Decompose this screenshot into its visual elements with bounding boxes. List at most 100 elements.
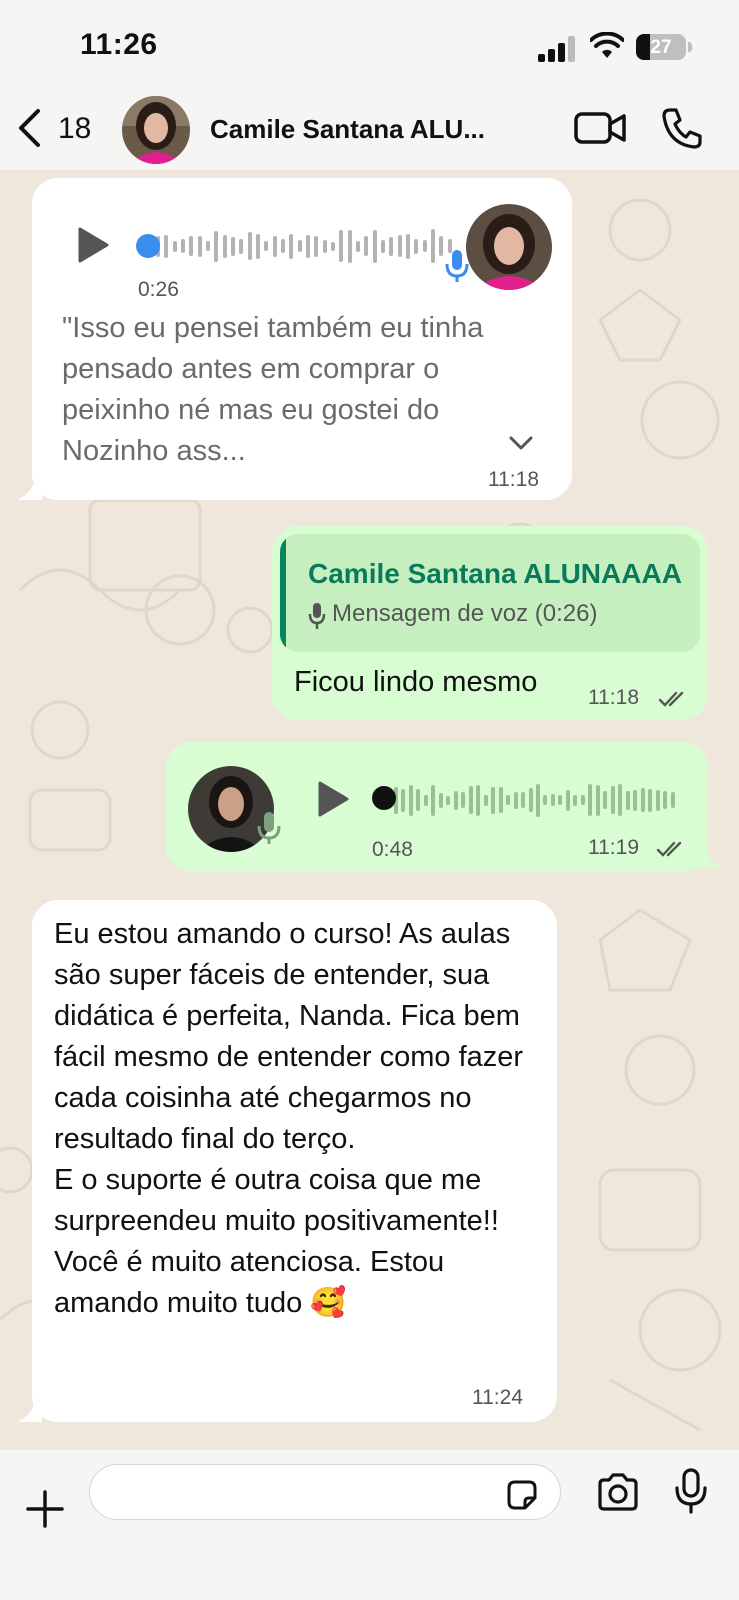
waveform-bar <box>513 791 518 809</box>
quote-text: Mensagem de voz (0:26) <box>332 600 598 627</box>
waveform-bar <box>603 791 608 809</box>
waveform-bar <box>389 236 394 256</box>
waveform-bar <box>314 235 319 257</box>
waveform-bar <box>431 784 436 816</box>
waveform-bar <box>372 229 377 263</box>
waveform-bar <box>339 230 344 262</box>
battery-level: 27 <box>650 37 672 58</box>
double-check-icon <box>658 691 684 707</box>
playback-position-dot[interactable] <box>136 234 160 258</box>
waveform-bar <box>322 239 327 253</box>
waveform-bar <box>272 235 277 257</box>
waveform-bar <box>416 789 421 811</box>
phone-icon[interactable] <box>660 106 704 150</box>
voice-waveform[interactable] <box>394 782 678 818</box>
waveform-bar <box>181 239 185 253</box>
battery-icon: 27 <box>636 34 686 60</box>
cellular-signal-icon <box>538 36 578 62</box>
waveform-bar <box>289 233 294 259</box>
waveform-bar <box>438 792 443 808</box>
waveform-bar <box>264 241 269 251</box>
message-time: 11:24 <box>472 1386 523 1409</box>
battery-tip <box>688 42 692 52</box>
waveform-bar <box>214 230 219 262</box>
waveform-bar <box>498 787 503 813</box>
waveform-bar <box>423 794 428 806</box>
voice-duration: 0:48 <box>372 838 413 861</box>
waveform-bar <box>172 240 177 252</box>
unread-count[interactable]: 18 <box>58 112 91 146</box>
quoted-message[interactable]: Camile Santana ALUNAAAA Mensagem de voz … <box>280 534 700 652</box>
waveform-bar <box>528 788 533 812</box>
waveform-bar <box>446 795 451 805</box>
chat-header: 18 Camile Santana ALU... <box>0 90 739 170</box>
waveform-bar <box>588 784 593 816</box>
waveform-bar <box>239 238 244 254</box>
message-time: 11:18 <box>588 686 639 709</box>
waveform-bar <box>222 234 227 258</box>
waveform-bar <box>633 789 638 811</box>
waveform-bar <box>558 795 563 805</box>
waveform-bar <box>347 229 352 263</box>
voice-waveform[interactable] <box>156 228 456 264</box>
incoming-voice-message[interactable]: 0:26 "Isso eu pensei também eu tinha pen… <box>32 178 572 500</box>
waveform-bar <box>573 794 578 806</box>
top-bar: 11:26 27 18 Camile Santana ALU... <box>0 0 739 170</box>
waveform-bar <box>189 236 194 256</box>
waveform-bar <box>468 786 473 814</box>
waveform-bar <box>197 235 202 257</box>
waveform-bar <box>453 790 458 810</box>
waveform-bar <box>565 789 570 811</box>
message-time: 11:19 <box>588 836 639 859</box>
camera-icon[interactable] <box>596 1472 640 1512</box>
waveform-bar <box>401 788 406 812</box>
waveform-bar <box>406 233 410 259</box>
waveform-bar <box>648 788 653 812</box>
voice-duration: 0:26 <box>138 278 179 301</box>
message-text[interactable]: Eu estou amando o curso! As aulas são su… <box>54 914 544 1324</box>
contact-name[interactable]: Camile Santana ALU... <box>210 114 485 145</box>
waveform-bar <box>256 233 260 259</box>
status-time: 11:26 <box>80 28 158 61</box>
waveform-bar <box>364 236 369 256</box>
waveform-bar <box>164 234 169 258</box>
waveform-bar <box>408 784 413 816</box>
waveform-bar <box>422 240 427 252</box>
message-time: 11:18 <box>488 468 539 491</box>
composer-bar <box>0 1450 739 1600</box>
mic-icon <box>308 603 326 629</box>
waveform-bar <box>610 786 615 814</box>
play-icon[interactable] <box>316 780 350 818</box>
play-icon[interactable] <box>76 226 110 264</box>
voice-transcript[interactable]: "Isso eu pensei também eu tinha pensado … <box>62 308 542 472</box>
sender-avatar <box>466 204 552 290</box>
waveform-bar <box>206 241 210 251</box>
video-call-icon[interactable] <box>574 108 626 148</box>
waveform-bar <box>414 238 419 254</box>
playback-position-dot[interactable] <box>372 786 396 810</box>
outgoing-voice-message[interactable]: 0:48 11:19 <box>166 742 708 872</box>
message-text[interactable]: Ficou lindo mesmo <box>294 666 537 699</box>
message-input[interactable] <box>89 1464 561 1520</box>
plus-icon[interactable] <box>26 1490 64 1528</box>
back-chevron-icon[interactable] <box>16 108 42 148</box>
chat-area[interactable]: 0:26 "Isso eu pensei também eu tinha pen… <box>0 170 739 1450</box>
contact-avatar[interactable] <box>122 96 190 164</box>
status-bar: 11:26 27 <box>0 0 739 90</box>
chevron-down-icon[interactable] <box>508 434 534 452</box>
waveform-bar <box>297 240 302 252</box>
waveform-bar <box>231 236 235 256</box>
quote-accent-bar <box>280 534 286 652</box>
waveform-bar <box>356 240 360 252</box>
outgoing-text-message[interactable]: Camile Santana ALUNAAAA Mensagem de voz … <box>272 526 708 720</box>
waveform-bar <box>506 795 511 805</box>
waveform-bar <box>461 792 466 808</box>
mic-icon[interactable] <box>674 1468 708 1514</box>
sticker-icon[interactable] <box>505 1478 539 1512</box>
waveform-bar <box>640 788 645 812</box>
waveform-bar <box>536 783 540 817</box>
waveform-bar <box>281 239 285 253</box>
waveform-bar <box>655 789 660 811</box>
waveform-bar <box>483 794 488 806</box>
incoming-text-message[interactable]: Eu estou amando o curso! As aulas são su… <box>32 900 557 1422</box>
